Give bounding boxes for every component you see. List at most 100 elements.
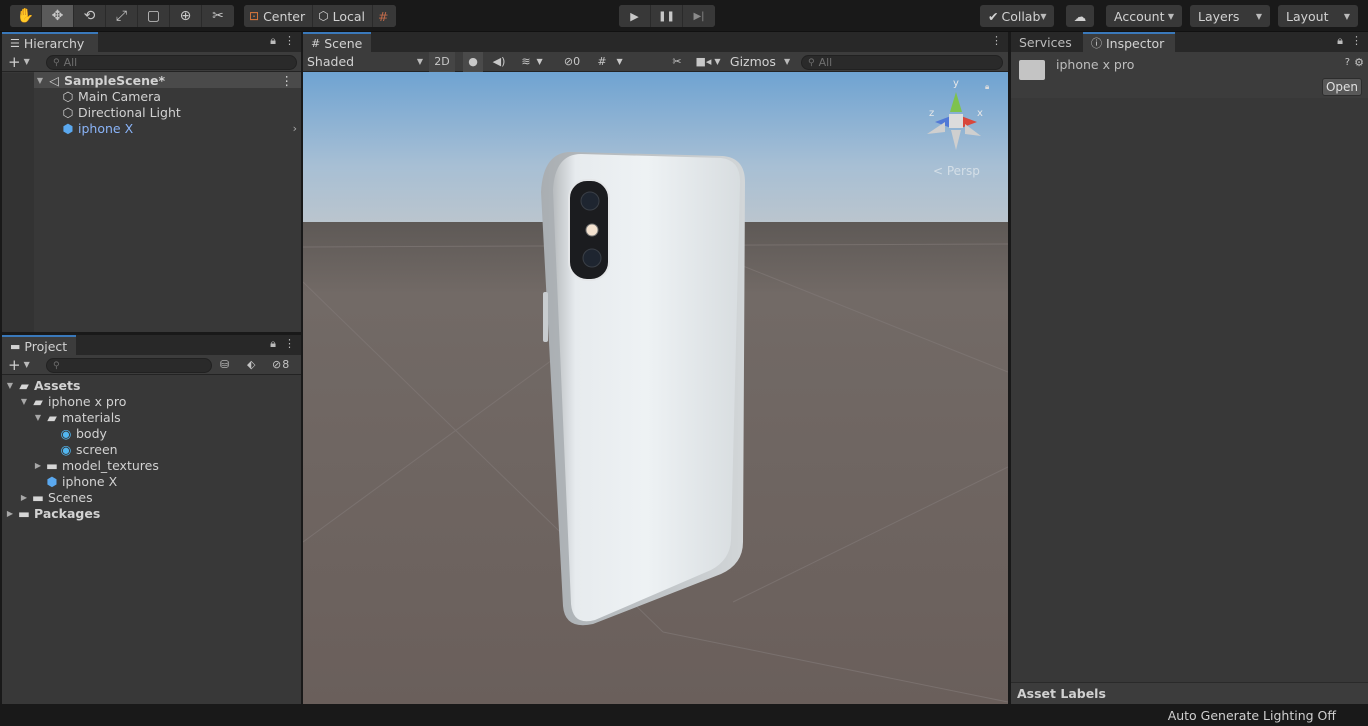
filter-by-label-icon[interactable]: ⬖ xyxy=(247,358,255,371)
pause-button-icon[interactable]: ❚❚ xyxy=(651,5,683,27)
collapse-arrow-icon[interactable]: ▶ xyxy=(32,461,44,470)
hierarchy-search-input[interactable]: ⚲ All xyxy=(46,55,297,70)
folder-icon: ▬ xyxy=(18,505,30,521)
scale-tool-icon[interactable]: ⤢ xyxy=(106,5,138,27)
tools-toggle[interactable]: ✂ xyxy=(667,52,687,72)
asset-labels-section[interactable]: Asset Labels xyxy=(1011,682,1368,704)
hierarchy-item-label: Directional Light xyxy=(78,104,181,120)
tab-project[interactable]: ▬ Project xyxy=(2,335,76,355)
camera-icon: ■◂ xyxy=(695,55,712,68)
folder-icon xyxy=(1019,60,1045,80)
audio-toggle[interactable]: ◀) xyxy=(489,52,509,72)
chevron-down-icon[interactable]: ▼ xyxy=(24,360,30,369)
toggle-2d-button[interactable]: 2D xyxy=(429,51,455,72)
custom-tool-icon[interactable]: ✂ xyxy=(202,5,234,27)
orientation-gizmo[interactable]: y z x 🔒︎ xyxy=(921,78,991,158)
lighting-toggle[interactable]: ● xyxy=(463,51,483,72)
hierarchy-item-directional-light[interactable]: ⬡ Directional Light xyxy=(34,104,301,120)
hierarchy-item-iphone-x[interactable]: ⬢ iphone X › xyxy=(34,120,301,136)
scene-row[interactable]: ▼ ◁ SampleScene* ⋮ xyxy=(34,72,301,88)
lock-icon[interactable]: 🔒︎ xyxy=(985,82,989,92)
scene-viewport[interactable]: y z x 🔒︎ < Persp xyxy=(303,72,1008,704)
expand-arrow-icon[interactable]: ▼ xyxy=(34,76,46,85)
shading-mode-dropdown[interactable]: Shaded ▼ xyxy=(305,52,423,72)
step-button-icon[interactable]: ▶| xyxy=(683,5,715,27)
hierarchy-item-main-camera[interactable]: ⬡ Main Camera xyxy=(34,88,301,104)
camera-settings-dropdown[interactable]: ■◂ ▼ xyxy=(693,52,723,72)
play-button-icon[interactable]: ▶ xyxy=(619,5,651,27)
tree-item-label: Assets xyxy=(34,377,81,393)
chevron-down-icon[interactable]: ▼ xyxy=(24,57,30,66)
asset-name: iphone x pro xyxy=(1056,57,1135,72)
grid-toggle[interactable]: # ▼ xyxy=(591,52,629,72)
transform-tools: ✋ ✥ ⟲ ⤢ ▢ ⊕ ✂ xyxy=(10,5,234,27)
scene-visibility-toggle[interactable]: ⊘ 0 xyxy=(557,52,587,72)
inspector-tab-label: Inspector xyxy=(1106,35,1165,51)
more-menu-icon[interactable]: ⋮ xyxy=(991,34,1002,47)
tree-item-materials[interactable]: ▼ ▰ materials xyxy=(2,409,301,425)
tree-item-assets[interactable]: ▼ ▰ Assets xyxy=(2,377,301,393)
settings-gear-icon[interactable]: ⚙ xyxy=(1354,56,1364,69)
more-menu-icon[interactable]: ⋮ xyxy=(284,34,295,48)
scene-name: SampleScene* xyxy=(64,72,165,88)
hand-tool-icon[interactable]: ✋ xyxy=(10,5,42,27)
filter-by-type-icon[interactable]: ⛁ xyxy=(220,358,229,371)
layers-dropdown[interactable]: Layers ▼ xyxy=(1190,5,1270,27)
asset-labels-title: Asset Labels xyxy=(1017,686,1106,701)
rect-tool-icon[interactable]: ▢ xyxy=(138,5,170,27)
expand-arrow-icon[interactable]: ▼ xyxy=(18,397,30,406)
lock-icon[interactable]: 🔒︎ xyxy=(270,337,276,351)
effects-toggle[interactable]: ≋ ▼ xyxy=(515,52,549,72)
expand-arrow-icon[interactable]: ▼ xyxy=(4,381,16,390)
pivot-mode-button[interactable]: ⊡ Center xyxy=(244,5,314,27)
tab-services[interactable]: Services xyxy=(1011,32,1083,52)
tree-item-label: model_textures xyxy=(62,457,159,473)
tree-item-body[interactable]: ◉ body xyxy=(2,425,301,441)
scene-search-placeholder: All xyxy=(818,56,833,69)
toggle-2d-label: 2D xyxy=(434,55,450,68)
chevron-down-icon: ▼ xyxy=(416,57,423,66)
help-icon[interactable]: ? xyxy=(1345,57,1350,68)
lock-icon[interactable]: 🔒︎ xyxy=(1337,34,1343,48)
search-icon: ⚲ xyxy=(53,360,60,371)
chevron-down-icon: ▼ xyxy=(536,57,543,66)
project-search-input[interactable]: ⚲ xyxy=(46,358,212,373)
hierarchy-search-placeholder: All xyxy=(63,56,78,69)
account-dropdown[interactable]: Account ▼ xyxy=(1106,5,1182,27)
rotate-tool-icon[interactable]: ⟲ xyxy=(74,5,106,27)
tree-item-model-textures[interactable]: ▶ ▬ model_textures xyxy=(2,457,301,473)
collapse-arrow-icon[interactable]: ▶ xyxy=(4,509,16,518)
tree-item-packages[interactable]: ▶ ▬ Packages xyxy=(2,505,301,521)
tree-item-screen[interactable]: ◉ screen xyxy=(2,441,301,457)
layout-dropdown[interactable]: Layout ▼ xyxy=(1278,5,1358,27)
move-tool-icon[interactable]: ✥ xyxy=(42,5,74,27)
tab-inspector[interactable]: ⓘ Inspector xyxy=(1083,32,1175,52)
pivot-space-button[interactable]: ⬡ Local xyxy=(313,5,374,27)
tab-scene[interactable]: # Scene xyxy=(303,32,371,52)
tab-hierarchy[interactable]: ☰ Hierarchy xyxy=(2,32,98,52)
grid-snap-button[interactable]: # xyxy=(373,5,396,27)
hierarchy-item-label: iphone X xyxy=(78,120,134,136)
chevron-right-icon[interactable]: › xyxy=(293,122,297,135)
more-menu-icon[interactable]: ⋮ xyxy=(284,337,295,351)
lighting-status[interactable]: Auto Generate Lighting Off xyxy=(1168,708,1336,723)
add-asset-button[interactable]: + xyxy=(8,356,21,374)
expand-arrow-icon[interactable]: ▼ xyxy=(32,413,44,422)
tree-item-iphone-x[interactable]: ⬢ iphone X xyxy=(2,473,301,489)
hidden-packages-button[interactable]: ⊘ 8 xyxy=(272,358,289,371)
lock-icon[interactable]: 🔒︎ xyxy=(270,34,276,48)
tree-item-iphone-x-pro[interactable]: ▼ ▰ iphone x pro xyxy=(2,393,301,409)
scene-search-input[interactable]: ⚲ All xyxy=(801,55,1003,70)
tree-item-scenes[interactable]: ▶ ▬ Scenes xyxy=(2,489,301,505)
collab-dropdown[interactable]: ✔ Collab ▼ xyxy=(980,5,1054,27)
projection-label[interactable]: < Persp xyxy=(933,164,980,178)
cloud-button[interactable]: ☁ xyxy=(1066,5,1094,27)
open-button[interactable]: Open xyxy=(1322,78,1362,96)
more-menu-icon[interactable]: ⋮ xyxy=(281,73,294,88)
collapse-arrow-icon[interactable]: ▶ xyxy=(18,493,30,502)
hierarchy-gutter xyxy=(2,73,34,332)
transform-tool-icon[interactable]: ⊕ xyxy=(170,5,202,27)
more-menu-icon[interactable]: ⋮ xyxy=(1351,34,1362,48)
add-object-button[interactable]: + xyxy=(8,53,21,71)
gizmos-dropdown[interactable]: Gizmos ▼ xyxy=(727,52,793,72)
